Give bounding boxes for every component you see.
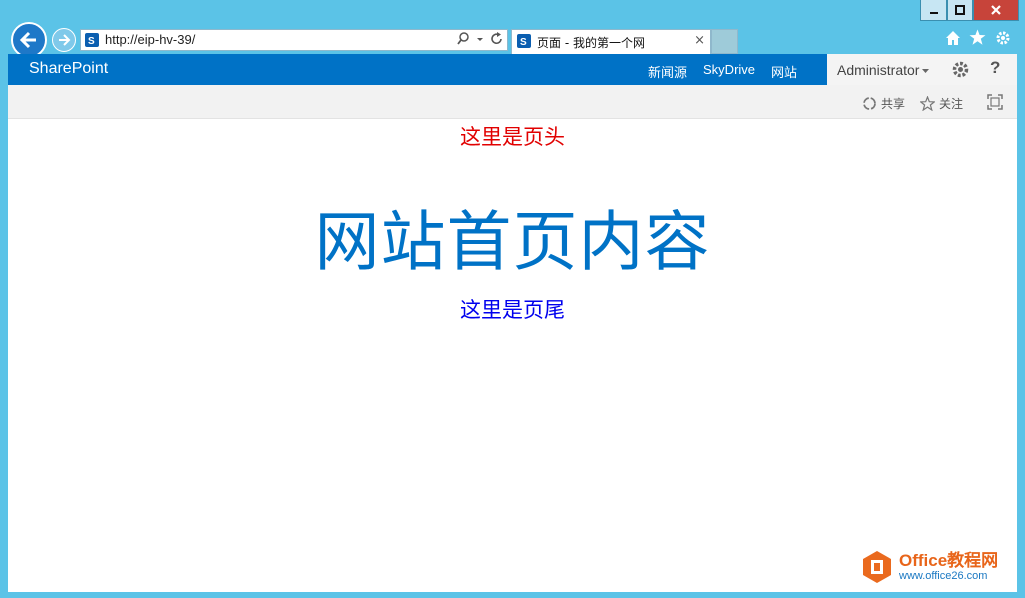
share-icon bbox=[862, 96, 877, 111]
user-name: Administrator bbox=[837, 62, 919, 78]
suite-links: 新闻源 SkyDrive 网站 bbox=[648, 62, 813, 81]
address-tools bbox=[457, 32, 503, 46]
url-text: http://eip-hv-39/ bbox=[105, 32, 195, 47]
restore-icon bbox=[954, 4, 966, 16]
browser-tools bbox=[944, 29, 1011, 46]
page-footer-text: 这里是页尾 bbox=[8, 294, 1017, 324]
tab-close-button[interactable]: × bbox=[694, 33, 705, 48]
suite-bar: SharePoint 新闻源 SkyDrive 网站 Administrator… bbox=[8, 54, 1017, 85]
new-tab-button[interactable] bbox=[711, 29, 738, 54]
star-icon bbox=[969, 29, 986, 46]
refresh-icon[interactable] bbox=[490, 32, 503, 46]
minimize-icon bbox=[929, 5, 939, 15]
suite-link-sites[interactable]: 网站 bbox=[771, 62, 797, 81]
office-logo-icon bbox=[860, 550, 894, 584]
sharepoint-favicon-icon: S bbox=[85, 33, 99, 47]
minimize-button[interactable] bbox=[920, 0, 947, 21]
address-bar[interactable]: S http://eip-hv-39/ bbox=[80, 29, 508, 51]
page-main-heading: 网站首页内容 bbox=[8, 189, 1017, 283]
search-icon[interactable] bbox=[457, 32, 470, 46]
brand-label[interactable]: SharePoint bbox=[29, 60, 108, 78]
follow-label: 关注 bbox=[939, 95, 963, 112]
window-controls bbox=[920, 0, 1019, 22]
watermark: Office教程网 www.office26.com bbox=[860, 550, 998, 584]
suite-user-area: Administrator ? bbox=[827, 54, 1017, 85]
user-menu[interactable]: Administrator bbox=[837, 62, 930, 78]
home-button[interactable] bbox=[944, 29, 961, 46]
watermark-name: Office教程网 bbox=[899, 552, 998, 569]
tab-title: 页面 - 我的第一个网 bbox=[537, 34, 645, 51]
svg-text:S: S bbox=[520, 37, 527, 48]
home-icon bbox=[945, 30, 961, 46]
favorites-button[interactable] bbox=[969, 29, 986, 46]
chevron-down-icon bbox=[921, 67, 930, 75]
forward-arrow-icon bbox=[57, 33, 71, 47]
close-window-button[interactable] bbox=[973, 0, 1019, 21]
ribbon: 共享 关注 bbox=[8, 85, 1017, 119]
page-header-text: 这里是页头 bbox=[8, 121, 1017, 151]
gear-icon bbox=[995, 30, 1011, 46]
follow-button[interactable]: 关注 bbox=[920, 95, 963, 112]
help-button[interactable]: ? bbox=[990, 58, 1000, 78]
share-label: 共享 bbox=[881, 95, 905, 112]
close-icon bbox=[990, 4, 1002, 16]
svg-text:S: S bbox=[88, 36, 95, 47]
suite-link-skydrive[interactable]: SkyDrive bbox=[703, 62, 755, 81]
browser-window: S http://eip-hv-39/ S 页面 - 我的第一个网 × Shar… bbox=[0, 0, 1025, 598]
back-button[interactable] bbox=[11, 22, 47, 58]
suite-link-newsfeed[interactable]: 新闻源 bbox=[648, 62, 687, 81]
browser-tab[interactable]: S 页面 - 我的第一个网 × bbox=[511, 29, 711, 54]
sharepoint-favicon-icon: S bbox=[517, 34, 531, 48]
forward-button[interactable] bbox=[52, 28, 76, 52]
page-content: SharePoint 新闻源 SkyDrive 网站 Administrator… bbox=[8, 54, 1017, 592]
watermark-url: www.office26.com bbox=[899, 571, 998, 582]
dropdown-icon[interactable] bbox=[476, 32, 484, 46]
back-arrow-icon bbox=[19, 30, 39, 50]
tools-button[interactable] bbox=[994, 29, 1011, 46]
share-button[interactable]: 共享 bbox=[862, 95, 905, 112]
focus-content-icon[interactable] bbox=[987, 94, 1003, 110]
star-outline-icon bbox=[920, 96, 935, 111]
maximize-button[interactable] bbox=[947, 0, 973, 21]
settings-gear-icon[interactable] bbox=[951, 60, 970, 79]
